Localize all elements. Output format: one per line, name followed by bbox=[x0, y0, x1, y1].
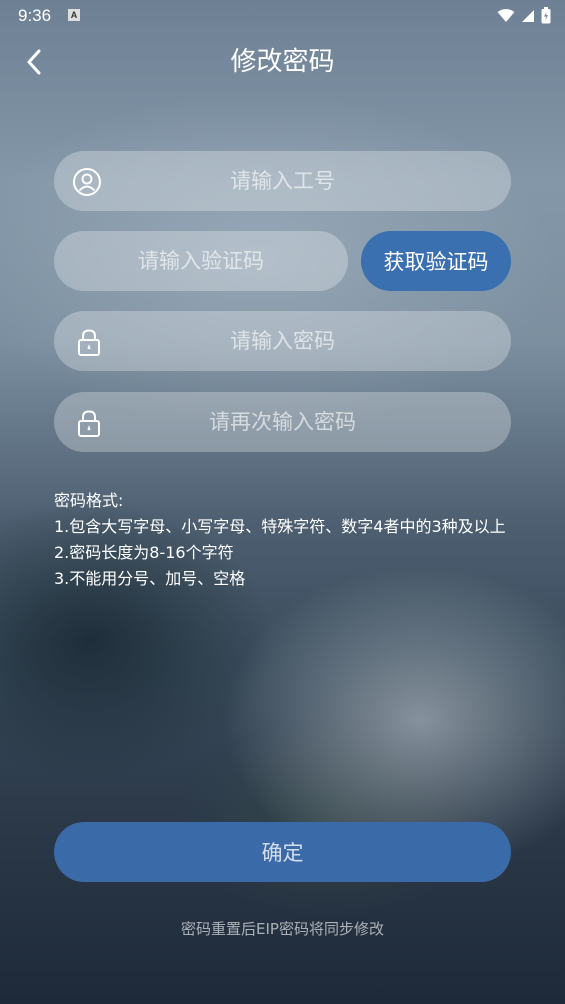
rule-item: 3.不能用分号、加号、空格 bbox=[54, 569, 246, 588]
rule-item: 2.密码长度为8-16个字符 bbox=[54, 543, 234, 562]
confirm-password-input[interactable] bbox=[54, 392, 511, 452]
battery-icon bbox=[541, 7, 551, 24]
lock-icon bbox=[78, 329, 100, 356]
rules-heading: 密码格式: bbox=[54, 491, 124, 510]
user-circle-icon bbox=[73, 168, 101, 196]
password-field[interactable] bbox=[54, 311, 511, 371]
confirm-button[interactable]: 确定 bbox=[54, 822, 511, 882]
status-bar: 9:36 A bbox=[0, 0, 565, 34]
password-rules: 密码格式: 1.包含大写字母、小写字母、特殊字符、数字4者中的3种及以上 2.密… bbox=[54, 488, 524, 592]
lock-icon bbox=[78, 410, 100, 437]
verification-code-field[interactable] bbox=[54, 231, 348, 291]
app-header: 修改密码 bbox=[0, 34, 565, 92]
verification-code-input[interactable] bbox=[54, 231, 348, 291]
wifi-icon bbox=[497, 8, 515, 22]
password-input[interactable] bbox=[54, 311, 511, 371]
employee-id-input[interactable] bbox=[54, 151, 511, 211]
system-icons bbox=[497, 7, 551, 24]
signal-icon bbox=[522, 9, 534, 22]
rule-item: 1.包含大写字母、小写字母、特殊字符、数字4者中的3种及以上 bbox=[54, 517, 506, 536]
page-title: 修改密码 bbox=[230, 47, 335, 77]
footer-note: 密码重置后EIP密码将同步修改 bbox=[181, 920, 384, 938]
employee-id-field[interactable] bbox=[54, 151, 511, 211]
status-time: 9:36 bbox=[18, 6, 52, 25]
confirm-password-field[interactable] bbox=[54, 392, 511, 452]
get-code-button[interactable]: 获取验证码 bbox=[361, 231, 511, 291]
app-notification-icon: A bbox=[68, 9, 80, 21]
